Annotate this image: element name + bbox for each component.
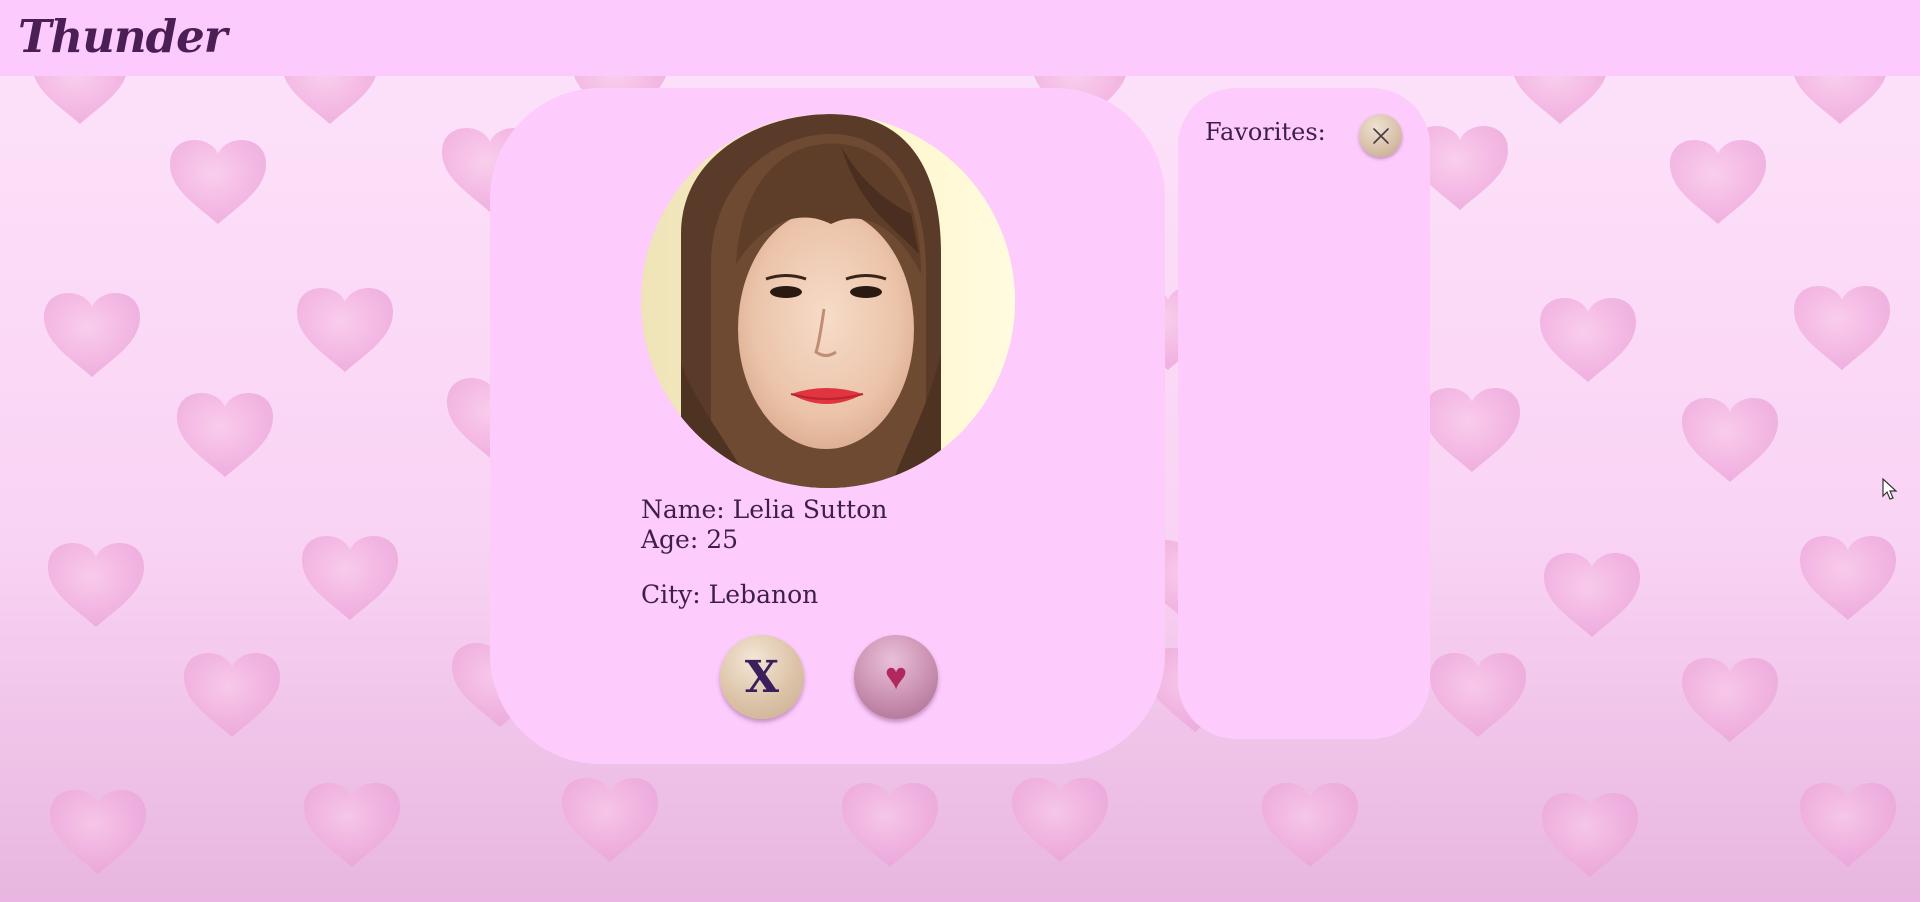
like-button[interactable]: ♥: [854, 635, 938, 719]
reject-button-label: X: [744, 651, 780, 703]
heart-icon: [1794, 286, 1890, 370]
profile-city: City: Lebanon: [641, 580, 819, 609]
heart-icon: [1430, 653, 1526, 737]
heart-icon: ♥: [884, 655, 908, 698]
heart-icon: [50, 790, 146, 874]
heart-icon: [1544, 553, 1640, 637]
heart-icon: [177, 393, 273, 477]
clear-favorites-button[interactable]: [1359, 114, 1402, 157]
heart-icon: [1540, 298, 1636, 382]
heart-icon: [1012, 778, 1108, 862]
heart-icon: [842, 783, 938, 867]
heart-icon: [1262, 783, 1358, 867]
heart-icon: [304, 783, 400, 867]
reject-button[interactable]: X: [720, 635, 804, 719]
heart-icon: [297, 288, 393, 372]
heart-icon: [44, 293, 140, 377]
heart-icon: [184, 653, 280, 737]
profile-name: Name: Lelia Sutton: [641, 495, 888, 524]
heart-icon: [1424, 388, 1520, 472]
profile-age: Age: 25: [641, 525, 739, 554]
favorites-title: Favorites:: [1205, 118, 1326, 146]
close-icon: [1372, 127, 1389, 144]
heart-icon: [1682, 658, 1778, 742]
mouse-pointer-icon: [1882, 478, 1898, 500]
heart-icon: [1800, 536, 1896, 620]
heart-icon: [1800, 783, 1896, 867]
profile-card: Name: Lelia Sutton Age: 25 City: Lebanon…: [490, 88, 1165, 764]
app-logo: Thunder: [18, 10, 227, 63]
profile-photo: [641, 114, 1015, 488]
heart-icon: [1542, 793, 1638, 877]
profile-photo-image: [641, 114, 1015, 488]
heart-icon: [1682, 398, 1778, 482]
top-bar: Thunder: [0, 0, 1920, 76]
heart-icon: [48, 543, 144, 627]
heart-icon: [562, 778, 658, 862]
heart-icon: [1670, 140, 1766, 224]
heart-icon: [302, 536, 398, 620]
heart-icon: [170, 140, 266, 224]
favorites-panel: Favorites:: [1178, 88, 1430, 739]
